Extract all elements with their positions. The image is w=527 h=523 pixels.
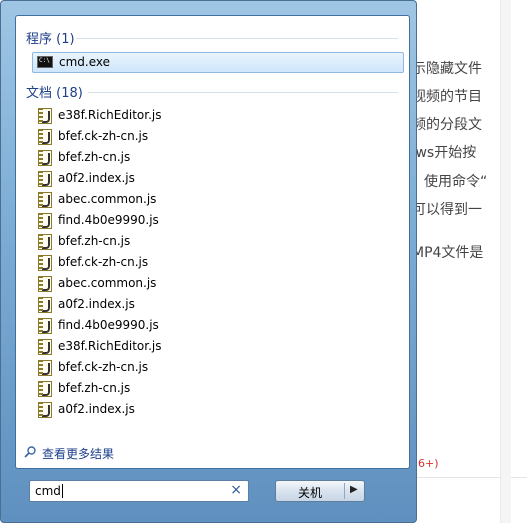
js-file-icon (38, 339, 52, 355)
document-item[interactable]: abec.common.js (36, 190, 236, 211)
page-scrollbar[interactable] (500, 0, 511, 523)
start-menu: 程序 (1) cmd.exe 文档 (18) e38f.RichEditor.j… (0, 0, 417, 523)
document-label: find.4b0e9990.js (58, 318, 159, 332)
article-line: MP4文件是 (412, 245, 484, 261)
js-file-icon (38, 360, 52, 376)
shutdown-button[interactable]: 关机 ▶ (275, 480, 365, 502)
js-file-icon (38, 150, 52, 166)
search-input[interactable]: cmd × (29, 480, 249, 502)
program-label: cmd.exe (59, 55, 111, 69)
js-file-icon (38, 402, 52, 418)
text-caret (62, 484, 63, 498)
document-item[interactable]: e38f.RichEditor.js (36, 337, 236, 358)
search-results-panel: 程序 (1) cmd.exe 文档 (18) e38f.RichEditor.j… (15, 15, 410, 469)
document-item[interactable]: bfef.ck-zh-cn.js (36, 253, 236, 274)
js-file-icon (38, 318, 52, 334)
document-label: bfef.zh-cn.js (58, 381, 131, 395)
document-label: bfef.zh-cn.js (58, 150, 131, 164)
document-item[interactable]: bfef.zh-cn.js (36, 232, 236, 253)
document-label: find.4b0e9990.js (58, 213, 159, 227)
document-label: bfef.ck-zh-cn.js (58, 360, 149, 374)
programs-divider (76, 38, 398, 39)
triangle-right-icon[interactable]: ▶ (350, 484, 358, 495)
documents-list: e38f.RichEditor.js bfef.ck-zh-cn.js bfef… (36, 106, 236, 421)
search-icon (24, 446, 36, 458)
console-icon (37, 56, 53, 68)
close-icon[interactable]: × (230, 482, 242, 498)
documents-header: 文档 (18) (26, 86, 83, 101)
js-file-icon (38, 255, 52, 271)
js-file-icon (38, 129, 52, 145)
document-label: a0f2.index.js (58, 171, 135, 185)
js-file-icon (38, 381, 52, 397)
document-label: abec.common.js (58, 192, 157, 206)
documents-divider (88, 92, 398, 93)
article-line: 使用命令“ (424, 174, 488, 190)
document-label: bfef.ck-zh-cn.js (58, 255, 149, 269)
document-label: abec.common.js (58, 276, 157, 290)
programs-header: 程序 (1) (26, 32, 75, 47)
document-item[interactable]: bfef.zh-cn.js (36, 379, 236, 400)
js-file-icon (38, 171, 52, 187)
document-label: a0f2.index.js (58, 402, 135, 416)
document-item[interactable]: bfef.zh-cn.js (36, 148, 236, 169)
see-more-results-label: 查看更多结果 (42, 447, 115, 461)
document-item[interactable]: a0f2.index.js (36, 169, 236, 190)
article-badge: 6+) (418, 457, 439, 470)
js-file-icon (38, 108, 52, 124)
document-label: e38f.RichEditor.js (58, 108, 162, 122)
js-file-icon (38, 276, 52, 292)
shutdown-label: 关机 (297, 486, 322, 500)
program-item-cmd[interactable]: cmd.exe (32, 52, 404, 73)
document-item[interactable]: a0f2.index.js (36, 400, 236, 421)
js-file-icon (38, 297, 52, 313)
document-label: a0f2.index.js (58, 297, 135, 311)
document-item[interactable]: find.4b0e9990.js (36, 316, 236, 337)
js-file-icon (38, 213, 52, 229)
document-item[interactable]: find.4b0e9990.js (36, 211, 236, 232)
document-item[interactable]: abec.common.js (36, 274, 236, 295)
document-item[interactable]: a0f2.index.js (36, 295, 236, 316)
shutdown-divider (344, 483, 345, 499)
document-label: bfef.ck-zh-cn.js (58, 129, 149, 143)
js-file-icon (38, 192, 52, 208)
document-item[interactable]: bfef.ck-zh-cn.js (36, 127, 236, 148)
document-item[interactable]: bfef.ck-zh-cn.js (36, 358, 236, 379)
document-item[interactable]: e38f.RichEditor.js (36, 106, 236, 127)
document-label: bfef.zh-cn.js (58, 234, 131, 248)
document-label: e38f.RichEditor.js (58, 339, 162, 353)
search-value: cmd (35, 484, 61, 498)
js-file-icon (38, 234, 52, 250)
